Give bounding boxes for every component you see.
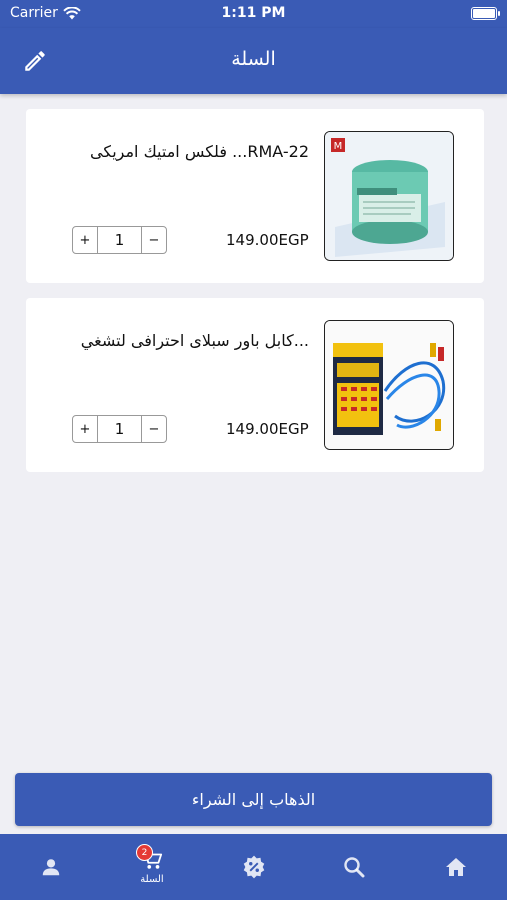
page-title: السلة bbox=[231, 48, 276, 70]
decrease-button[interactable]: − bbox=[142, 416, 166, 442]
product-price: 149.00EGP bbox=[226, 231, 309, 249]
quantity-value: 1 bbox=[97, 416, 142, 442]
product-name: فلكس امتيك امريكى ...RMA-22 bbox=[90, 142, 309, 161]
product-image[interactable]: M bbox=[324, 131, 454, 261]
decrease-button[interactable]: − bbox=[142, 227, 166, 253]
offers-icon bbox=[243, 855, 265, 879]
tab-cart-label: السلة bbox=[140, 874, 164, 885]
status-bar: Carrier 1:11 PM bbox=[0, 0, 507, 28]
tab-bar: 2 السلة bbox=[0, 834, 507, 900]
tab-home[interactable] bbox=[431, 834, 481, 900]
tab-offers[interactable] bbox=[229, 834, 279, 900]
checkout-button[interactable]: الذهاب إلى الشراء bbox=[15, 773, 492, 826]
cart-item[interactable]: كابل باور سبلاى احترافى لتشغي... 149.00E… bbox=[26, 298, 484, 472]
quantity-value: 1 bbox=[97, 227, 142, 253]
increase-button[interactable]: + bbox=[73, 416, 97, 442]
search-icon bbox=[344, 857, 365, 878]
home-icon bbox=[446, 858, 466, 876]
increase-button[interactable]: + bbox=[73, 227, 97, 253]
tab-cart[interactable]: 2 السلة bbox=[122, 834, 182, 900]
product-name: كابل باور سبلاى احترافى لتشغي... bbox=[80, 331, 309, 350]
profile-icon bbox=[42, 859, 60, 876]
product-image[interactable] bbox=[324, 320, 454, 450]
svg-text:M: M bbox=[334, 141, 343, 152]
quantity-stepper: + 1 − bbox=[72, 226, 167, 254]
tab-profile[interactable] bbox=[26, 834, 76, 900]
battery-icon bbox=[471, 7, 500, 20]
product-price: 149.00EGP bbox=[226, 420, 309, 438]
status-time: 1:11 PM bbox=[221, 5, 286, 21]
cart-badge: 2 bbox=[136, 844, 153, 861]
cart-item[interactable]: M فلكس امتيك امريكى ...RMA-22 149.00EGP … bbox=[26, 109, 484, 283]
tab-search[interactable] bbox=[329, 834, 379, 900]
nav-bar: السلة bbox=[0, 28, 507, 94]
quantity-stepper: + 1 − bbox=[72, 415, 167, 443]
